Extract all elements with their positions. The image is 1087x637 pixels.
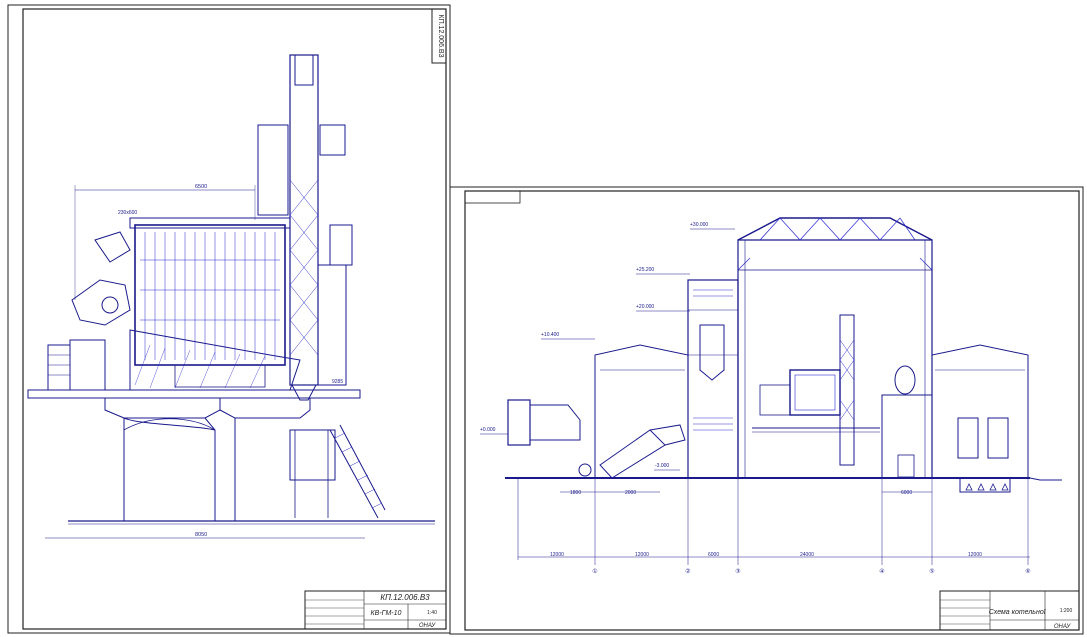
dim-damper: 230x600 xyxy=(118,210,137,216)
sheet1-outer-border xyxy=(7,4,451,634)
sheet2-scale: 1:200 xyxy=(1060,608,1073,614)
economizer-block xyxy=(257,124,289,216)
dim-small-3: 6000 xyxy=(901,490,912,496)
level-25: +25.200 xyxy=(636,267,654,273)
burner-s2 xyxy=(759,384,791,416)
dim-small-1: 1800 xyxy=(570,490,581,496)
filter-1 xyxy=(957,417,979,459)
sheet1-frame xyxy=(22,8,447,630)
level-minus-3: -3.000 xyxy=(655,463,669,469)
burner-fan xyxy=(101,296,119,314)
sheet1-code-rotated: КП.12.006.В3 xyxy=(437,15,444,58)
right-bay xyxy=(931,344,1029,478)
blower-s2 xyxy=(507,399,531,446)
axis-markers: ① ② ③ ④ ⑤ ⑥ xyxy=(592,568,1030,575)
sheet-1: КП.12.006.В3 6500 230x600 8050 9285 КП.1… xyxy=(7,4,451,634)
sheet2-org: ОНАУ xyxy=(1054,624,1071,630)
rear-column xyxy=(317,264,347,386)
stair xyxy=(329,424,386,519)
level-marks: +30.000 +25.200 +20.000 +10.400 +0.000 -… xyxy=(480,222,735,471)
bay-2: 12000 xyxy=(635,552,649,558)
fan-housing xyxy=(47,344,71,391)
bay-1: 12000 xyxy=(550,552,564,558)
sheet2-outer-border xyxy=(449,186,1084,635)
dim-small-2: 2000 xyxy=(625,490,636,496)
drawing-canvas: КП.12.006.В3 6500 230x600 8050 9285 КП.1… xyxy=(7,4,1084,635)
sheet2-title-block: Схема котельної 1:200 ОНАУ xyxy=(939,590,1080,631)
burner-box xyxy=(69,339,106,391)
axis-3: ③ xyxy=(735,568,740,575)
tank-s2 xyxy=(894,365,916,395)
main-hall xyxy=(737,239,933,478)
furnace-hatch xyxy=(134,344,266,389)
furnace-chamber xyxy=(174,364,266,388)
roof-truss xyxy=(737,217,933,241)
sheet1-org: ОНАУ xyxy=(419,623,436,629)
boiler-s2 xyxy=(789,369,841,416)
inclined-duct xyxy=(599,429,666,479)
level-20: +20.000 xyxy=(636,304,654,310)
dim-top: 6500 xyxy=(195,184,207,190)
axis-lines xyxy=(517,478,1029,565)
axis-1: ① xyxy=(592,568,597,575)
dim-bottom: 8050 xyxy=(195,532,207,538)
filter-2 xyxy=(987,417,1009,459)
axis-5: ⑤ xyxy=(929,568,934,575)
side-vessel xyxy=(329,224,353,266)
truss-web xyxy=(737,217,933,271)
duct-s2 xyxy=(529,404,581,441)
dim-level: 9285 xyxy=(332,379,343,385)
burner-duct xyxy=(71,279,131,326)
axis-2: ② xyxy=(685,568,690,575)
bunker xyxy=(699,324,725,381)
sheet2-title: Схема котельної xyxy=(989,609,1047,616)
bay-5: 12000 xyxy=(968,552,982,558)
stack-s2 xyxy=(839,314,855,466)
stair-steps xyxy=(334,432,383,509)
sheet1-code: КП.12.006.В3 xyxy=(380,593,430,602)
bay-3: 6000 xyxy=(708,552,719,558)
stack-head xyxy=(294,54,314,86)
support-arch-right xyxy=(219,398,311,521)
tower-bracing xyxy=(289,179,319,356)
support-arch-left xyxy=(104,398,221,521)
bay-windows xyxy=(693,289,733,431)
sheet2-frame xyxy=(464,190,1080,631)
axis-6: ⑥ xyxy=(1025,568,1030,575)
axis-4: ④ xyxy=(879,568,884,575)
pump-room xyxy=(881,394,933,479)
bay-4: 24000 xyxy=(800,552,814,558)
sheet-2: +30.000 +25.200 +20.000 +10.400 +0.000 -… xyxy=(449,186,1084,635)
level-0: +0.000 xyxy=(480,427,496,433)
sheet1-title: КВ-ГМ-10 xyxy=(371,610,402,617)
boiler-tubes xyxy=(140,232,280,360)
level-10: +10.400 xyxy=(541,332,559,338)
sheet1-title-block: КП.12.006.В3 КВ-ГМ-10 1:40 ОНАУ xyxy=(304,590,447,630)
sheet2-corner-box xyxy=(464,190,521,204)
sheet1-scale: 1:40 xyxy=(427,610,437,616)
boiler-roof xyxy=(129,217,291,229)
burner-top xyxy=(94,231,131,263)
left-bay xyxy=(594,344,689,478)
level-30: +30.000 xyxy=(690,222,708,228)
top-vessel xyxy=(319,124,346,156)
